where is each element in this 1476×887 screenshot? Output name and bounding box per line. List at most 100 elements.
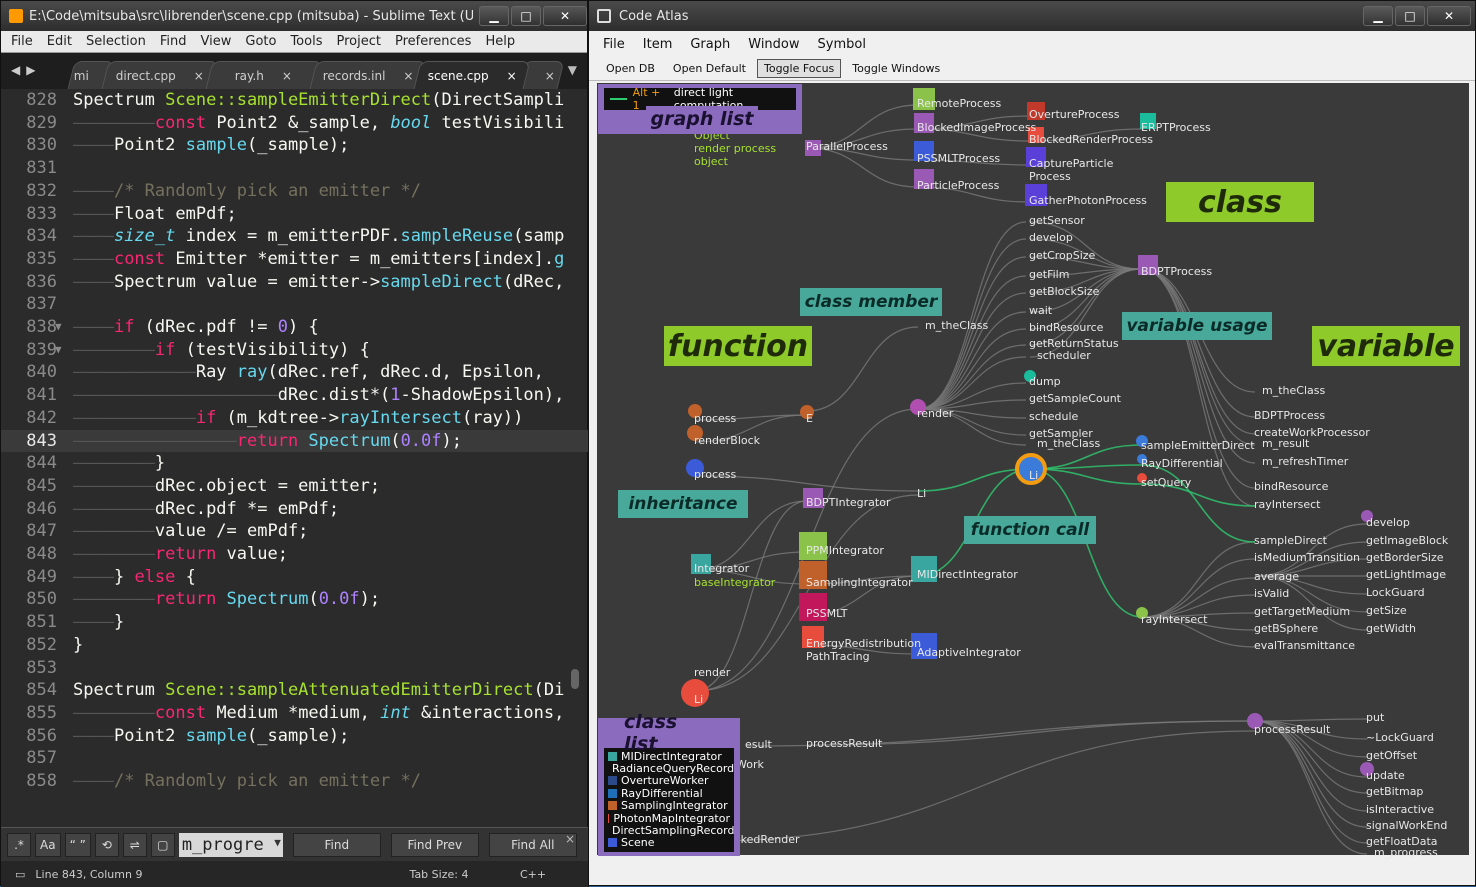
- regex-toggle[interactable]: .*: [7, 832, 31, 857]
- graph-node-label[interactable]: baseIntegrator: [694, 577, 775, 589]
- graph-node-label[interactable]: sampleEmitterDirect: [1141, 440, 1255, 452]
- code-line[interactable]: 855 ————————const Medium *medium, int &in…: [1, 702, 589, 725]
- graph-node-label[interactable]: getLightImage: [1366, 569, 1446, 581]
- graph-node-label[interactable]: Li: [917, 488, 926, 500]
- graph-edge[interactable]: [1254, 523, 1368, 577]
- graph-edge[interactable]: [1141, 268, 1256, 418]
- graph-node-label[interactable]: getBlockSize: [1029, 286, 1099, 298]
- code-line[interactable]: 857: [1, 747, 589, 770]
- toolbar-toggle-windows[interactable]: Toggle Windows: [845, 59, 947, 78]
- minimize-button[interactable]: ▁: [1363, 6, 1393, 26]
- graph-node-label[interactable]: MIDirectIntegrator: [917, 569, 1018, 581]
- close-button[interactable]: ✕: [543, 6, 587, 26]
- graph-node-label[interactable]: scheduler: [1037, 350, 1091, 362]
- code-line[interactable]: 836 ————Spectrum value = emitter->sampleD…: [1, 271, 589, 294]
- graph-node-label[interactable]: m_theClass: [1037, 438, 1100, 450]
- menu-find[interactable]: Find: [160, 34, 187, 49]
- graph-edge[interactable]: [917, 356, 1027, 410]
- graph-node-label[interactable]: update: [1366, 770, 1405, 782]
- code-line[interactable]: 847 ————————value /= emPdf;: [1, 520, 589, 543]
- graph-node-label[interactable]: bindResource: [1029, 322, 1103, 334]
- graph-node-label[interactable]: schedule: [1029, 411, 1078, 423]
- menu-view[interactable]: View: [201, 34, 232, 49]
- atlas-menu-file[interactable]: File: [603, 37, 625, 52]
- tab-close-icon[interactable]: ×: [403, 69, 413, 83]
- code-line[interactable]: 839 ————————if (testVisibility) {▼: [1, 339, 589, 362]
- code-line[interactable]: 851 ————}: [1, 611, 589, 634]
- code-line[interactable]: 841 ————————————————————dRec.dist*(1-Shad…: [1, 384, 589, 407]
- tab-size[interactable]: Tab Size: 4: [389, 868, 489, 881]
- graph-node-label[interactable]: getTargetMedium: [1254, 606, 1350, 618]
- find-input[interactable]: m_progre ▼: [178, 832, 283, 857]
- code-line[interactable]: 852}: [1, 634, 589, 657]
- graph-node-label[interactable]: Work: [736, 759, 764, 771]
- graph-node-label[interactable]: getBSphere: [1254, 623, 1318, 635]
- code-line[interactable]: 828 Spectrum Scene::sampleEmitterDirect(D…: [1, 89, 589, 112]
- code-line[interactable]: 848 ————————return value;: [1, 543, 589, 566]
- case-toggle[interactable]: Aa: [35, 832, 61, 857]
- tab-close-icon[interactable]: ×: [282, 69, 292, 83]
- find-prev-button[interactable]: Find Prev: [390, 832, 479, 857]
- code-line[interactable]: 856 ————Point2 sample(_sample);: [1, 725, 589, 748]
- graph-node-label[interactable]: BDPTProcess: [1141, 266, 1212, 278]
- menu-project[interactable]: Project: [336, 34, 380, 49]
- tab-ray.h[interactable]: ray.h ×: [205, 61, 323, 89]
- graph-node-label[interactable]: LockGuard: [1366, 587, 1425, 599]
- menu-goto[interactable]: Goto: [245, 34, 276, 49]
- graph-node-label[interactable]: PSSMLTProcess: [917, 153, 1000, 165]
- menu-file[interactable]: File: [11, 34, 33, 49]
- code-line[interactable]: 853: [1, 657, 589, 680]
- graph-node-label[interactable]: renderBlock: [694, 435, 760, 447]
- code-line[interactable]: 854 Spectrum Scene::sampleAttenuatedEmitt…: [1, 679, 589, 702]
- graph-node-label[interactable]: Process: [1029, 171, 1071, 183]
- find-button[interactable]: Find: [292, 832, 381, 857]
- tab-close-icon[interactable]: ×: [194, 69, 204, 83]
- graph-node-label[interactable]: render: [694, 667, 730, 679]
- toolbar-open-default[interactable]: Open Default: [666, 59, 753, 78]
- status-icon[interactable]: ▭: [15, 868, 25, 881]
- find-all-button[interactable]: Find All: [488, 832, 577, 857]
- graph-node-label[interactable]: getWidth: [1366, 623, 1416, 635]
- graph-node-label[interactable]: CaptureParticle: [1029, 158, 1113, 170]
- toolbar-toggle-focus[interactable]: Toggle Focus: [756, 59, 842, 78]
- code-line[interactable]: 844 ————————}: [1, 452, 589, 475]
- graph-node-label[interactable]: Li: [1029, 470, 1038, 482]
- class-list-item[interactable]: RayDifferential: [608, 787, 730, 800]
- graph-node-label[interactable]: getSize: [1366, 605, 1407, 617]
- close-icon[interactable]: ×: [565, 832, 575, 846]
- graph-node-label[interactable]: average: [1254, 571, 1299, 583]
- code-line[interactable]: 831: [1, 157, 589, 180]
- graph-node-label[interactable]: processResult: [1254, 724, 1330, 736]
- editor-scrollbar[interactable]: [571, 669, 579, 689]
- graph-node-label[interactable]: GatherPhotonProcess: [1029, 195, 1147, 207]
- graph-node-label[interactable]: RayDifferential: [1141, 458, 1223, 470]
- graph-node-label[interactable]: render process: [694, 143, 776, 155]
- fold-toggle-icon[interactable]: ▼: [55, 316, 62, 339]
- code-line[interactable]: 835 ————const Emitter *emitter = m_emitte…: [1, 248, 589, 271]
- code-line[interactable]: 846 ————————dRec.pdf *= emPdf;: [1, 498, 589, 521]
- graph-node-label[interactable]: m_theClass: [925, 320, 988, 332]
- menu-help[interactable]: Help: [485, 34, 515, 49]
- code-line[interactable]: 843 ————————————————return Spectrum(0.0f)…: [1, 429, 589, 453]
- maximize-button[interactable]: □: [1395, 6, 1425, 26]
- graph-node-label[interactable]: BDPTProcess: [1254, 410, 1325, 422]
- tab-direct.cpp[interactable]: direct.cpp ×: [101, 61, 219, 89]
- graph-node-label[interactable]: object: [694, 156, 728, 168]
- graph-node-label[interactable]: Li: [694, 694, 703, 706]
- graph-node-label[interactable]: esult: [745, 739, 772, 751]
- code-line[interactable]: 830 ————Point2 sample(_sample);: [1, 134, 589, 157]
- atlas-menu-symbol[interactable]: Symbol: [818, 37, 866, 52]
- graph-node-label[interactable]: getFilm: [1029, 269, 1069, 281]
- graph-node-label[interactable]: getBorderSize: [1366, 552, 1444, 564]
- graph-node-label[interactable]: m_refreshTimer: [1262, 456, 1348, 468]
- graph-edge[interactable]: [1141, 268, 1256, 464]
- atlas-menu-window[interactable]: Window: [748, 37, 799, 52]
- atlas-menu-graph[interactable]: Graph: [690, 37, 730, 52]
- code-line[interactable]: 840 ————————————Ray ray(dRec.ref, dRec.d,…: [1, 361, 589, 384]
- toolbar-open-db[interactable]: Open DB: [599, 59, 662, 78]
- syntax-mode[interactable]: C++: [489, 868, 577, 881]
- graph-edge[interactable]: [806, 326, 919, 412]
- graph-node-label[interactable]: PathTracing: [806, 651, 870, 663]
- class-list-item[interactable]: OvertureWorker: [608, 774, 730, 787]
- maximize-button[interactable]: □: [511, 6, 541, 26]
